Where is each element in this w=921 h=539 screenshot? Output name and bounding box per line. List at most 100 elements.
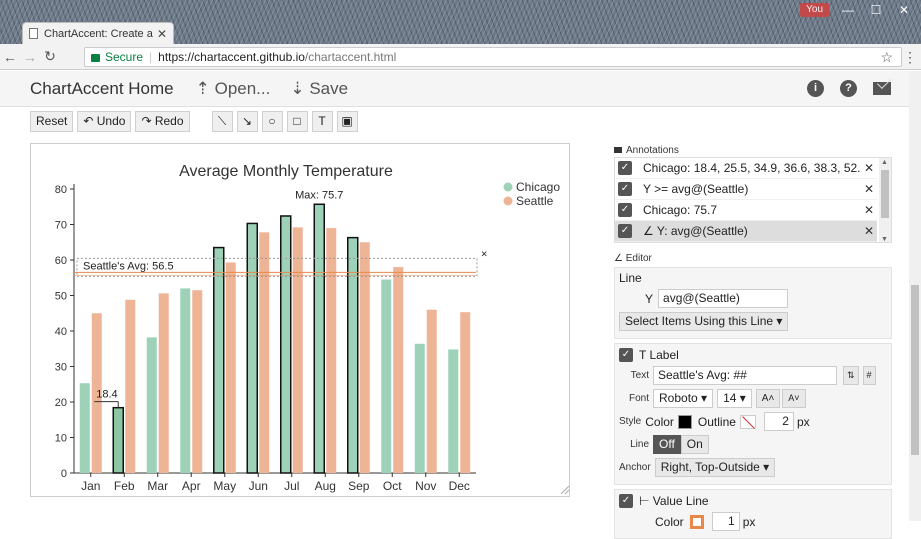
open-button[interactable]: ⇡ Open... [196, 79, 271, 99]
x-tick-label: Dec [449, 479, 470, 493]
value-line-px-unit: px [742, 514, 756, 529]
annotation-label: Chicago: 75.7 [643, 203, 718, 217]
annotation-visible-checkbox[interactable]: ✓ [618, 224, 632, 238]
help-icon[interactable]: ? [840, 80, 857, 97]
tab-close-icon[interactable]: ✕ [157, 27, 167, 41]
annotation-item[interactable]: ✓ ∠ Y: avg@(Seattle) ✕ [615, 221, 877, 242]
value-line-checkbox[interactable]: ✓ [619, 494, 633, 508]
page-scrollbar[interactable] [909, 71, 921, 521]
bar-chicago [381, 279, 392, 473]
outline-width-input[interactable]: 2 [763, 412, 794, 431]
delete-annotation-icon[interactable]: ✕ [861, 203, 877, 217]
annotation-list: ✓ Chicago: 18.4, 25.5, 34.9, 36.6, 38.3, … [614, 157, 892, 243]
image-tool-icon[interactable]: ▣ [336, 111, 358, 132]
bookmark-star-icon[interactable]: ☆ [880, 49, 893, 66]
line-on-toggle[interactable]: On [680, 435, 709, 454]
annotation-visible-checkbox[interactable]: ✓ [618, 182, 632, 196]
annotation-panel: Annotations ✓ Chicago: 18.4, 25.5, 34.9, … [614, 143, 906, 539]
bar-chicago [347, 236, 359, 474]
font-size-decrease-icon[interactable]: A˅ [782, 389, 806, 408]
y-expression-input[interactable]: avg@(Seattle) [658, 289, 789, 308]
chart-canvas[interactable]: Average Monthly Temperature 0 10 20 30 40 50 60… [30, 143, 570, 497]
resize-grip-icon [560, 485, 570, 495]
anchor-label: Anchor [619, 462, 651, 473]
value-line-width-input[interactable]: 1 [711, 512, 740, 531]
font-size-dropdown[interactable]: 14 ▾ [717, 389, 752, 408]
bar-chicago [280, 215, 292, 474]
style-label: Style [619, 416, 642, 427]
annotation-item[interactable]: ✓Chicago: 18.4✕ [615, 242, 877, 243]
annotation-item[interactable]: ✓ Y >= avg@(Seattle) ✕ [615, 179, 877, 200]
reload-icon[interactable]: ↻ [40, 48, 60, 65]
format-value-icon[interactable]: # [862, 366, 876, 385]
save-button[interactable]: ⇣ Save [290, 79, 348, 99]
close-window-icon[interactable]: ✕ [891, 2, 917, 18]
annotation-label: Y >= avg@(Seattle) [643, 182, 749, 196]
y-tick-label: 30 [55, 362, 67, 374]
document-icon [29, 28, 38, 39]
label-text-input[interactable]: Seattle's Avg: ## [653, 366, 837, 385]
y-tick-label: 0 [61, 468, 67, 480]
minimize-icon[interactable]: — [835, 2, 861, 18]
bar-seattle [225, 262, 236, 473]
tab-title: ChartAccent: Create and [44, 27, 153, 40]
feb-value-label: 18.4 [96, 389, 117, 401]
font-size-increase-icon[interactable]: A˄ [755, 389, 781, 408]
window-titlebar: ChartAccent: Create and ✕ You — ☐ ✕ [0, 0, 921, 44]
ellipse-tool-icon[interactable]: ○ [261, 111, 283, 132]
home-link[interactable]: ChartAccent Home [30, 79, 174, 99]
annotation-visible-checkbox[interactable]: ✓ [618, 203, 632, 217]
value-line-color-swatch[interactable] [689, 514, 704, 529]
editor-section: ∠ Editor Line Y avg@(Seattle) Select Ite… [614, 251, 892, 539]
back-icon[interactable]: ← [0, 49, 20, 65]
line-off-toggle[interactable]: Off [653, 435, 681, 454]
anchor-dropdown[interactable]: Right, Top-Outside ▾ [654, 458, 776, 477]
text-tool-icon[interactable]: T [311, 111, 333, 132]
x-tick-label: Apr [182, 479, 201, 493]
x-tick-label: Feb [114, 479, 135, 493]
line-tool-icon[interactable]: ⟍ [211, 111, 233, 132]
mail-icon[interactable] [873, 82, 891, 95]
annotation-item[interactable]: ✓ Chicago: 18.4, 25.5, 34.9, 36.6, 38.3, … [615, 158, 877, 179]
legend-label-chicago: Chicago [516, 180, 560, 194]
bar-chicago [180, 288, 191, 473]
x-tick-label: Nov [415, 479, 436, 493]
bar-chicago [313, 203, 325, 474]
reset-button[interactable]: Reset [30, 111, 74, 132]
app-header: ChartAccent Home ⇡ Open... ⇣ Save i ? [0, 71, 921, 107]
annotation-list-scrollbar[interactable]: ▲ ▼ [879, 158, 891, 242]
insert-value-icon[interactable]: ⇅ [843, 366, 859, 385]
user-profile-chip[interactable]: You [800, 3, 829, 17]
maximize-icon[interactable]: ☐ [863, 2, 889, 18]
select-items-dropdown[interactable]: Select Items Using this Line ▾ [619, 312, 789, 331]
outline-color-swatch[interactable] [739, 414, 756, 429]
list-icon [614, 147, 622, 153]
rectangle-tool-icon[interactable]: □ [286, 111, 308, 132]
value-line-editor: ✓ ⊢ Value Line Color 1 px [614, 489, 892, 539]
forward-icon[interactable]: → [20, 49, 40, 65]
legend-swatch-chicago [503, 182, 513, 192]
y-tick-label: 60 [55, 255, 67, 267]
delete-annotation-icon[interactable]: ✕ [861, 182, 877, 196]
browser-tab[interactable]: ChartAccent: Create and ✕ [22, 22, 174, 44]
arrow-tool-icon[interactable]: ↘ [236, 111, 258, 132]
url-host: https://chartaccent.github.io [158, 50, 305, 64]
label-heading: T Label [639, 348, 679, 362]
annotation-visible-checkbox[interactable]: ✓ [618, 161, 632, 175]
info-icon[interactable]: i [807, 80, 824, 97]
label-color-swatch[interactable] [677, 414, 692, 429]
undo-button[interactable]: ↶ Undo [77, 111, 132, 132]
font-family-dropdown[interactable]: Roboto ▾ [653, 389, 714, 408]
browser-menu-icon[interactable]: ⋮ [903, 49, 917, 66]
x-tick-label: Jul [284, 479, 299, 493]
bar-chicago [213, 246, 225, 474]
delete-annotation-icon[interactable]: ✕ [861, 161, 877, 175]
label-enabled-checkbox[interactable]: ✓ [619, 348, 633, 362]
delete-annotation-icon[interactable]: ✕ [861, 224, 877, 238]
url-input[interactable]: Secure | https://chartaccent.github.io /… [84, 47, 902, 67]
x-tick-label: Mar [147, 479, 168, 493]
line-heading: Line [619, 271, 642, 285]
label-editor: ✓ T Label Text Seattle's Avg: ## ⇅ # Fon… [614, 343, 892, 485]
annotation-item[interactable]: ✓ Chicago: 75.7 ✕ [615, 200, 877, 221]
redo-button[interactable]: ↷ Redo [135, 111, 190, 132]
